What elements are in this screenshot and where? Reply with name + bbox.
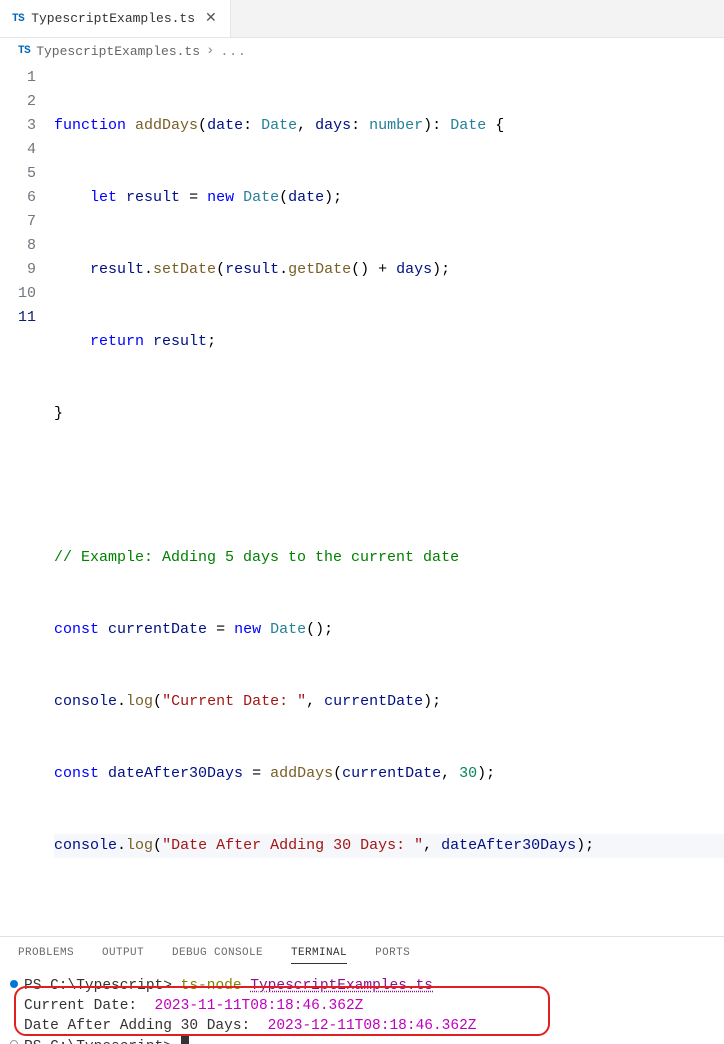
terminal-cursor xyxy=(181,1036,189,1044)
code-area[interactable]: function addDays(date: Date, days: numbe… xyxy=(54,64,724,906)
terminal-marker-icon xyxy=(10,980,18,988)
line-number: 8 xyxy=(0,234,36,258)
breadcrumb-file[interactable]: TypescriptExamples.ts xyxy=(36,44,200,59)
line-number: 3 xyxy=(0,114,36,138)
breadcrumb-more[interactable]: ... xyxy=(220,44,246,59)
terminal[interactable]: PS C:\Typescript> ts-node TypescriptExam… xyxy=(0,972,724,1044)
tab-output[interactable]: OUTPUT xyxy=(102,947,144,964)
line-number: 10 xyxy=(0,282,36,306)
line-number: 5 xyxy=(0,162,36,186)
line-number: 1 xyxy=(0,66,36,90)
tab-debug-console[interactable]: DEBUG CONSOLE xyxy=(172,947,263,964)
code-editor[interactable]: 1 2 3 4 5 6 7 8 9 10 11 function addDays… xyxy=(0,64,724,906)
line-number-gutter: 1 2 3 4 5 6 7 8 9 10 11 xyxy=(0,64,54,906)
typescript-file-icon: TS xyxy=(12,13,24,25)
terminal-line: PS C:\Typescript> xyxy=(24,1036,708,1044)
chevron-right-icon: › xyxy=(206,43,214,59)
terminal-line: Current Date: 2023-11-11T08:18:46.362Z xyxy=(24,996,708,1016)
panel-tab-bar: PROBLEMS OUTPUT DEBUG CONSOLE TERMINAL P… xyxy=(0,937,724,972)
editor-tab-label: TypescriptExamples.ts xyxy=(31,11,195,26)
line-number: 4 xyxy=(0,138,36,162)
bottom-panel: PROBLEMS OUTPUT DEBUG CONSOLE TERMINAL P… xyxy=(0,936,724,1044)
terminal-line: PS C:\Typescript> ts-node TypescriptExam… xyxy=(24,976,708,996)
breadcrumb[interactable]: TS TypescriptExamples.ts › ... xyxy=(0,38,724,64)
line-number: 11 xyxy=(0,306,36,330)
line-number: 6 xyxy=(0,186,36,210)
tab-terminal[interactable]: TERMINAL xyxy=(291,947,347,964)
line-number: 2 xyxy=(0,90,36,114)
tab-ports[interactable]: PORTS xyxy=(375,947,410,964)
close-icon[interactable]: ✕ xyxy=(202,10,220,28)
tab-problems[interactable]: PROBLEMS xyxy=(18,947,74,964)
typescript-file-icon: TS xyxy=(18,45,30,57)
editor-tab-bar: TS TypescriptExamples.ts ✕ xyxy=(0,0,724,38)
terminal-line: Date After Adding 30 Days: 2023-12-11T08… xyxy=(24,1016,708,1036)
line-number: 7 xyxy=(0,210,36,234)
line-number: 9 xyxy=(0,258,36,282)
editor-tab-active[interactable]: TS TypescriptExamples.ts ✕ xyxy=(0,0,231,37)
terminal-marker-icon xyxy=(10,1040,18,1044)
